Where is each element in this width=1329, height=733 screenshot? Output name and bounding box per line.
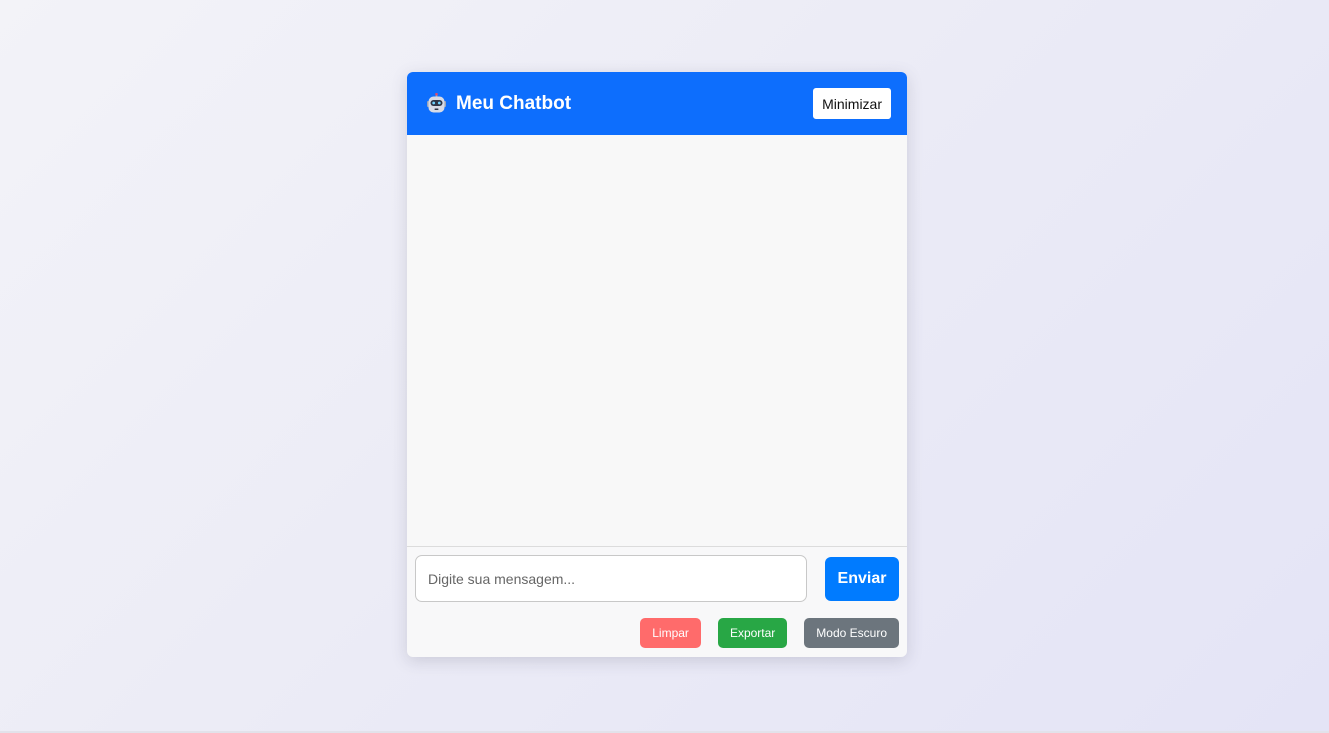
robot-icon	[426, 92, 447, 114]
actions-row: Limpar Exportar Modo Escuro	[407, 602, 907, 648]
messages-area	[407, 135, 907, 547]
clear-button[interactable]: Limpar	[640, 618, 701, 648]
chat-title: Meu Chatbot	[456, 92, 572, 114]
export-button[interactable]: Exportar	[717, 618, 788, 648]
input-row: Enviar	[407, 547, 907, 602]
message-input[interactable]	[415, 555, 807, 602]
send-button[interactable]: Enviar	[825, 556, 899, 601]
chat-header: Meu Chatbot Minimizar	[407, 72, 907, 135]
minimize-button[interactable]: Minimizar	[813, 88, 891, 119]
header-title-group: Meu Chatbot	[426, 93, 571, 115]
chatbot-window: Meu Chatbot Minimizar Enviar Limpar Expo…	[407, 72, 907, 657]
dark-mode-button[interactable]: Modo Escuro	[804, 618, 899, 648]
